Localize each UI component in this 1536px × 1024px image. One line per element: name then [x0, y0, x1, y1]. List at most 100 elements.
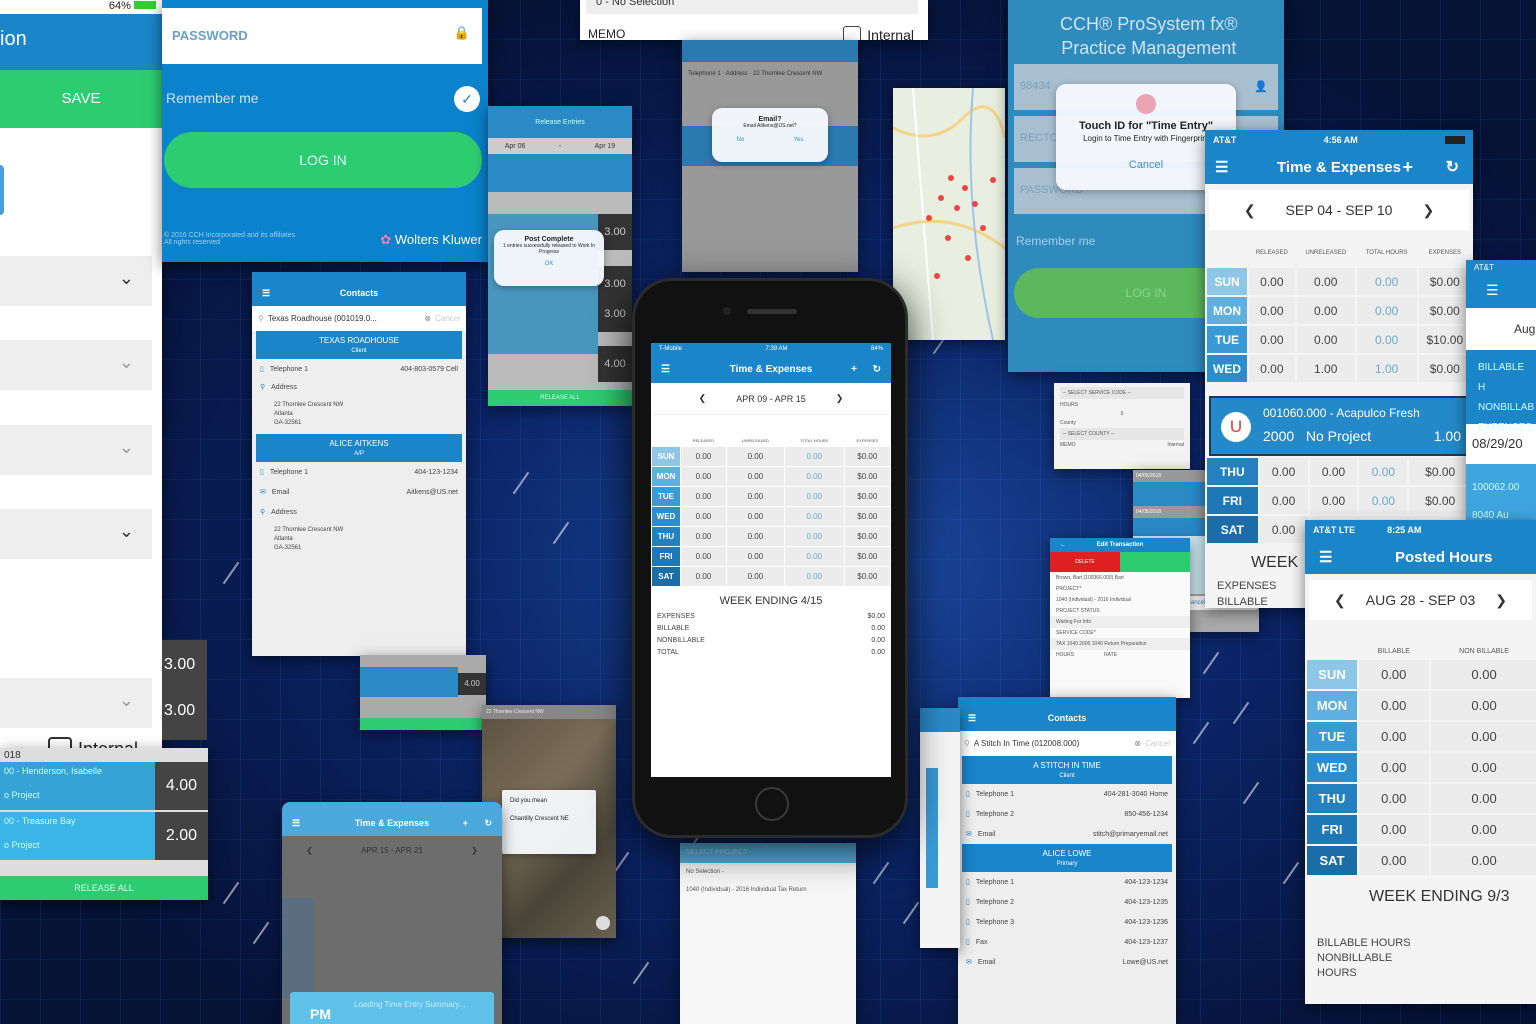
checkmark-icon[interactable]: ✓ — [454, 86, 480, 112]
menu-icon[interactable]: ☰ — [1466, 274, 1536, 308]
contact-row[interactable]: ▯ Telephone 1 404-123-1234 — [252, 462, 466, 482]
dropdown-5[interactable]: ⌄ — [0, 678, 152, 728]
day-row[interactable]: SUN0.000.000. — [1307, 660, 1536, 689]
selection-dropdown[interactable]: 0 - No Selection — [586, 0, 918, 14]
day-row[interactable]: TUE0.000.000. — [1307, 722, 1536, 751]
suggestion-option[interactable]: Chantilly Crescent NE — [510, 816, 588, 822]
county-dropdown[interactable]: -- SELECT COUNTY -- — [1060, 428, 1184, 440]
cancel-button[interactable]: Cancel — [1145, 739, 1170, 748]
dropdown-2[interactable]: ⌄ — [0, 340, 152, 390]
prev-week-icon[interactable]: ❮ — [306, 846, 313, 855]
contact-row[interactable]: ▯ Telephone 1 404-123-1234 — [958, 872, 1176, 892]
entry-row[interactable]: 00 - Henderson, Isabelle o Project — [0, 762, 155, 810]
day-row[interactable]: SUN 0.00 0.00 0.00 $0.00 — [652, 447, 890, 466]
menu-icon[interactable]: ☰ — [1319, 548, 1332, 566]
prev-week-icon[interactable]: ❮ — [1244, 202, 1256, 219]
time-entry-row[interactable]: U 001060.000 - Acapulco Fresh 2000 No Pr… — [1209, 396, 1469, 456]
project-option[interactable]: 1040 (Individual) - 2016 Individual Tax … — [680, 881, 856, 899]
client-field[interactable]: Brown, Bart (100366.000) Bart — [1050, 572, 1190, 584]
refresh-icon[interactable]: ↻ — [1446, 157, 1459, 177]
yes-button[interactable]: Yes — [794, 137, 804, 143]
menu-icon[interactable]: ☰ — [661, 364, 670, 375]
add-icon[interactable]: + — [1402, 157, 1413, 178]
project-field[interactable]: 1040 (Individual) - 2016 Individual — [1050, 594, 1190, 606]
contact-row[interactable]: ▯ Telephone 1 404-281-3040 Home — [958, 784, 1176, 804]
release-all-button[interactable]: RELEASE ALL — [488, 390, 632, 406]
contact-row[interactable]: ✉ Email Aitkens@US.net — [252, 482, 466, 502]
clear-icon[interactable]: ⊗ — [424, 314, 431, 323]
no-button[interactable]: No — [737, 137, 745, 143]
day-row[interactable]: THU0.000.000. — [1307, 784, 1536, 813]
day-row[interactable]: TUE 0.00 0.00 0.00 $0.00 — [652, 487, 890, 506]
day-row[interactable]: SUN 0.00 0.00 0.00 $0.00 — [1207, 268, 1471, 295]
status-dropdown[interactable]: Waiting For Info — [1050, 616, 1190, 628]
day-row[interactable]: TUE 0.00 0.00 0.00 $10.00 — [1207, 326, 1471, 353]
menu-icon[interactable]: ☰ — [292, 818, 300, 829]
next-week-icon[interactable]: ❯ — [836, 393, 844, 404]
login-panel: PASSWORD 🔒 Remember me ✓ LOG IN © 2016 C… — [162, 0, 488, 262]
add-icon[interactable]: + — [851, 364, 857, 375]
hours-input[interactable]: 0 — [1060, 408, 1184, 420]
next-week-icon[interactable]: ❯ — [1495, 592, 1507, 609]
next-week-icon[interactable]: ❯ — [1422, 202, 1434, 219]
prev-week-icon[interactable]: ❮ — [1334, 592, 1346, 609]
day-row[interactable]: WED0.000.000. — [1307, 753, 1536, 782]
contact-row[interactable]: ▯ Telephone 1 404-803-0579 Cell — [252, 359, 466, 379]
refresh-icon[interactable]: ↻ — [484, 818, 492, 829]
contact-row[interactable]: ⚲ Address — [252, 502, 466, 522]
dropdown-3[interactable]: ⌄ — [0, 425, 152, 475]
map-panel[interactable] — [893, 88, 1005, 340]
search-input[interactable]: Texas Roadhouse (001019.0... — [268, 314, 421, 323]
day-row[interactable]: WED 0.00 0.00 0.00 $0.00 — [652, 507, 890, 526]
hours-value: 4.00 — [598, 346, 632, 382]
contact-row[interactable]: ✉ Email Lowe@US.net — [958, 952, 1176, 972]
day-row[interactable]: FRI0.000.000. — [1307, 815, 1536, 844]
menu-icon[interactable]: ☰ — [1215, 158, 1228, 176]
next-week-icon[interactable]: ❯ — [471, 846, 478, 855]
contact-row[interactable]: ▯ Telephone 3 404-123-1236 — [958, 912, 1176, 932]
menu-icon[interactable]: ☰ — [968, 713, 976, 724]
dropdown-1[interactable]: ⌄ — [0, 256, 152, 306]
satellite-map-panel[interactable]: 22 Thornlee Crescent NW Did you mean Cha… — [482, 705, 616, 938]
save-button[interactable]: SAVE — [0, 70, 162, 128]
entry-row[interactable]: 00 - Treasure Bay o Project — [0, 812, 155, 860]
day-row[interactable]: MON 0.00 0.00 0.00 $0.00 — [1207, 297, 1471, 324]
day-row[interactable]: SAT 0.00 0.00 0.00 $0.00 — [652, 567, 890, 586]
home-button[interactable] — [755, 787, 789, 821]
login-button[interactable]: LOG IN — [164, 132, 482, 188]
day-row[interactable]: THU 0.00 0.00 0.00 $0.00 — [652, 527, 890, 546]
entry-row[interactable]: 100062.00 8040 Au — [1466, 464, 1536, 522]
day-row[interactable]: MON0.000.000. — [1307, 691, 1536, 720]
release-all-button[interactable]: RELEASE ALL — [0, 876, 208, 900]
password-field[interactable]: PASSWORD 🔒 — [162, 8, 482, 64]
service-code-dropdown[interactable]: -- SELECT SERVICE CODE -- — [1060, 387, 1184, 399]
day-row[interactable]: THU 0.00 0.00 0.00 $0.00 — [1207, 458, 1471, 485]
ok-button[interactable]: OK — [494, 261, 604, 267]
contact-row[interactable]: ⚲ Address — [252, 379, 466, 395]
day-row[interactable]: FRI 0.00 0.00 0.00 $0.00 — [652, 547, 890, 566]
contact-row[interactable]: ▯ Telephone 2 404-123-1235 — [958, 892, 1176, 912]
menu-icon[interactable]: ☰ — [262, 288, 270, 299]
day-row[interactable]: MON 0.00 0.00 0.00 $0.00 — [652, 467, 890, 486]
internal-checkbox[interactable]: Internal — [843, 26, 914, 40]
day-row[interactable]: WED 0.00 1.00 1.00 $0.00 — [1207, 355, 1471, 382]
back-icon[interactable]: ← — [1060, 542, 1066, 548]
location-button[interactable] — [596, 916, 610, 930]
contact-row[interactable]: ▯ Telephone 2 850-456-1234 — [958, 804, 1176, 824]
clear-icon[interactable]: ⊗ — [1134, 739, 1141, 748]
refresh-icon[interactable]: ↻ — [873, 364, 881, 375]
search-input[interactable]: A Stitch In Time (012008.000) — [974, 739, 1131, 748]
day-row[interactable]: FRI 0.00 0.00 0.00 $0.00 — [1207, 487, 1471, 514]
delete-button[interactable]: DELETE — [1050, 552, 1120, 572]
internal-checkbox[interactable]: Internal — [1167, 442, 1184, 448]
add-icon[interactable]: + — [463, 818, 468, 828]
contact-row[interactable]: ✉ Email stitch@primaryemail.net — [958, 824, 1176, 844]
day-row[interactable]: SAT0.000.000. — [1307, 846, 1536, 875]
contact-row[interactable]: ▯ Fax 404-123-1237 — [958, 932, 1176, 952]
project-option[interactable]: No Selection - — [680, 863, 856, 881]
service-dropdown[interactable]: TAX 1040 2000 1040 Return Preparation — [1050, 638, 1190, 650]
cancel-button[interactable]: Cancel — [435, 314, 460, 323]
field-handle[interactable] — [0, 165, 4, 215]
dropdown-4[interactable]: ⌄ — [0, 509, 152, 559]
prev-week-icon[interactable]: ❮ — [699, 393, 707, 404]
